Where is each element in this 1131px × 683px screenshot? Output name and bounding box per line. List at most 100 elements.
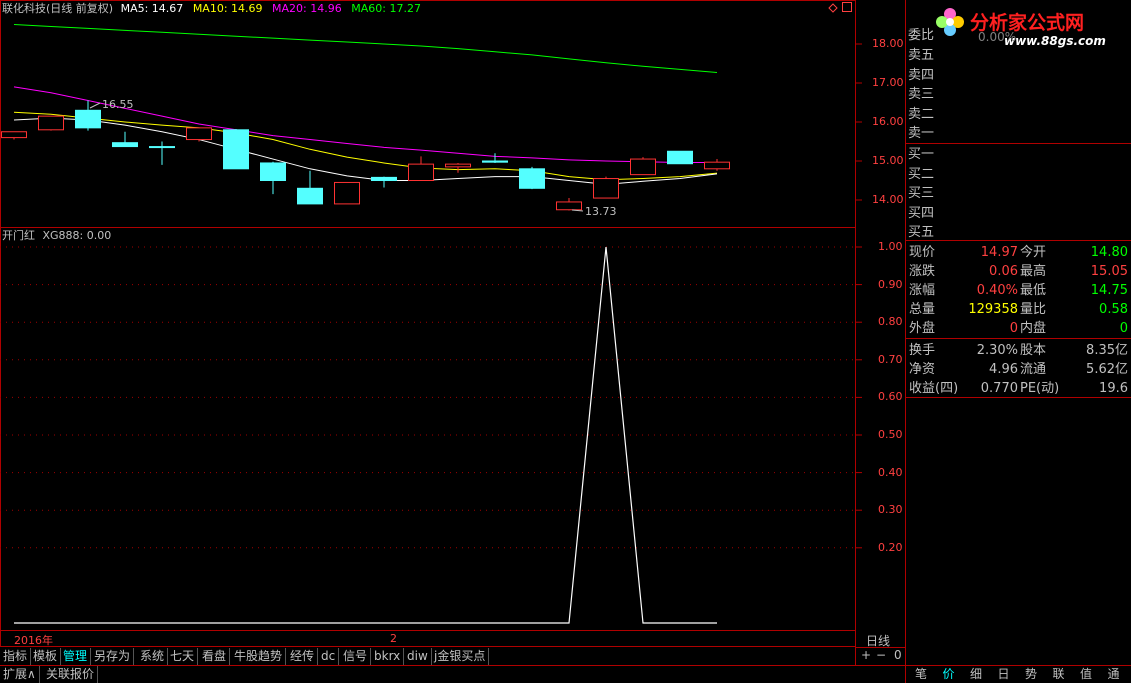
bottom-tab[interactable]: 关联报价 bbox=[43, 666, 99, 683]
candle-body bbox=[519, 168, 545, 189]
quote-value: 129358 bbox=[968, 302, 1018, 317]
candle bbox=[519, 166, 545, 190]
high-price-annotation: 16.55 bbox=[102, 98, 134, 111]
candle-body bbox=[482, 160, 508, 163]
toolbar-button[interactable]: 管理 bbox=[60, 648, 92, 665]
indicator-tick-label: 0.80 bbox=[878, 315, 903, 329]
quote-label: 最高 bbox=[1020, 264, 1047, 279]
toolbar-button[interactable]: 另存为 bbox=[91, 648, 135, 665]
indicator-header: 开门红 XG888: 0.00 bbox=[2, 229, 111, 243]
candle bbox=[482, 153, 508, 163]
quote-label: 股本 bbox=[1020, 343, 1047, 358]
ma20-label: MA20: 14.96 bbox=[272, 2, 342, 15]
quote-value: 0.40% bbox=[976, 283, 1018, 298]
period-label[interactable]: 日线 bbox=[866, 632, 890, 649]
candle bbox=[112, 131, 138, 148]
indicator-tick-label: 1.00 bbox=[878, 240, 903, 253]
bottom-tab[interactable]: 扩展∧ bbox=[0, 666, 40, 683]
candle-body bbox=[667, 150, 693, 165]
candle bbox=[1, 131, 27, 140]
candle-body bbox=[75, 109, 101, 129]
zoom-controls: + − 0 bbox=[858, 648, 906, 665]
candle bbox=[408, 156, 434, 181]
toolbar-button[interactable]: dc bbox=[318, 648, 340, 665]
toolbar-button[interactable]: 模板 bbox=[30, 648, 62, 665]
indicator-tick-label: 0.40 bbox=[878, 465, 903, 479]
quote-value: 5.62亿 bbox=[1086, 362, 1128, 377]
toolbar-button[interactable]: 经传 bbox=[287, 648, 319, 665]
price-tick-label: 15.00 bbox=[872, 154, 904, 167]
buy-level-label: 买一 bbox=[908, 147, 935, 162]
price-tick-label: 18.00 bbox=[872, 37, 904, 50]
quote-value: 14.97 bbox=[980, 245, 1018, 260]
quote-row: 涨幅 0.40% 最低 14.75 bbox=[908, 281, 1130, 300]
candle-body bbox=[260, 162, 286, 181]
indicator-tick-label: 0.60 bbox=[878, 390, 903, 404]
price-tick-label: 17.00 bbox=[872, 76, 904, 89]
toolbar-button[interactable]: j金银买点 bbox=[431, 648, 490, 665]
indicator-tick-label: 0.90 bbox=[878, 277, 903, 291]
quote-label: 内盘 bbox=[1020, 321, 1047, 336]
toolbar-button[interactable]: 信号 bbox=[340, 648, 372, 665]
quote-label: 涨跌 bbox=[909, 264, 936, 279]
candle-body bbox=[186, 127, 212, 141]
quote-row: 外盘 0 内盘 0 bbox=[908, 319, 1130, 338]
zoom-in-button[interactable]: + bbox=[861, 648, 871, 662]
sell-level-label: 卖四 bbox=[908, 67, 935, 83]
logo-url: www.88gs.com bbox=[1004, 34, 1106, 48]
zoom-reset-button[interactable]: 0 bbox=[894, 648, 902, 662]
indicator-name: 开门红 bbox=[2, 229, 35, 242]
candle bbox=[149, 141, 175, 165]
quote-value: 0.770 bbox=[980, 381, 1018, 396]
quote-value: 8.35亿 bbox=[1086, 343, 1128, 358]
right-tab[interactable]: 值 bbox=[1073, 666, 1099, 683]
indicator-value: XG888: 0.00 bbox=[42, 229, 112, 242]
sell-level-label: 卖一 bbox=[908, 126, 935, 141]
buy-level-label: 买二 bbox=[908, 166, 935, 182]
indicator-tick-label: 0.70 bbox=[878, 352, 903, 366]
quote-value: 2.30% bbox=[976, 343, 1018, 358]
candle-body bbox=[593, 178, 619, 199]
toolbar-button[interactable]: diw bbox=[404, 648, 432, 665]
toolbar-button[interactable]: bkrx bbox=[371, 648, 405, 665]
high-arrow bbox=[89, 102, 101, 109]
toolbar-button[interactable]: 指标 bbox=[0, 648, 32, 665]
candle bbox=[260, 161, 286, 195]
quote-row: 净资 4.96 流通 5.62亿 bbox=[908, 360, 1130, 379]
quote-label: 今开 bbox=[1020, 245, 1047, 260]
right-tab[interactable]: 日 bbox=[991, 666, 1017, 683]
right-tab[interactable]: 通 bbox=[1101, 666, 1127, 683]
ma5-line bbox=[13, 117, 718, 185]
logo: 分析家公式网 www.88gs.com bbox=[930, 2, 1130, 50]
right-tab[interactable]: 笔 bbox=[908, 666, 934, 683]
right-tab[interactable]: 细 bbox=[963, 666, 989, 683]
toolbar-button[interactable]: 牛股趋势 bbox=[231, 648, 287, 665]
xg888-signal-line bbox=[14, 246, 717, 624]
right-tab[interactable]: 价 bbox=[936, 666, 962, 683]
quote-row: 总量 129358 量比 0.58 bbox=[908, 300, 1130, 319]
toolbar-button[interactable]: 看盘 bbox=[199, 648, 231, 665]
candle-body bbox=[334, 181, 360, 205]
candle bbox=[704, 159, 730, 171]
candle-body bbox=[297, 187, 323, 205]
indicator-tick-label: 0.30 bbox=[878, 503, 903, 517]
candle-body bbox=[38, 115, 64, 131]
candle bbox=[593, 176, 619, 199]
quote-label: 外盘 bbox=[909, 321, 936, 336]
right-tab[interactable]: 联 bbox=[1046, 666, 1072, 683]
toolbar-button[interactable]: 系统 bbox=[137, 648, 169, 665]
candle-body bbox=[445, 163, 471, 168]
candle bbox=[223, 129, 249, 170]
zoom-out-button[interactable]: − bbox=[876, 648, 886, 662]
quote-label: 净资 bbox=[909, 362, 936, 377]
quote-row: 现价 14.97 今开 14.80 bbox=[908, 243, 1130, 262]
quote-row: 收益(四) 0.770 PE(动) 19.6 bbox=[908, 379, 1130, 398]
candle bbox=[186, 127, 212, 142]
toolbar-button[interactable]: 七天 bbox=[167, 648, 199, 665]
ma5-label: MA5: 14.67 bbox=[120, 2, 184, 15]
quote-value: 14.80 bbox=[1090, 245, 1128, 260]
sell-level-label: 卖五 bbox=[908, 48, 935, 63]
quote-label: 涨幅 bbox=[909, 283, 936, 298]
committee-ratio-value: 0.00% bbox=[978, 30, 1017, 44]
right-tab[interactable]: 势 bbox=[1018, 666, 1044, 683]
